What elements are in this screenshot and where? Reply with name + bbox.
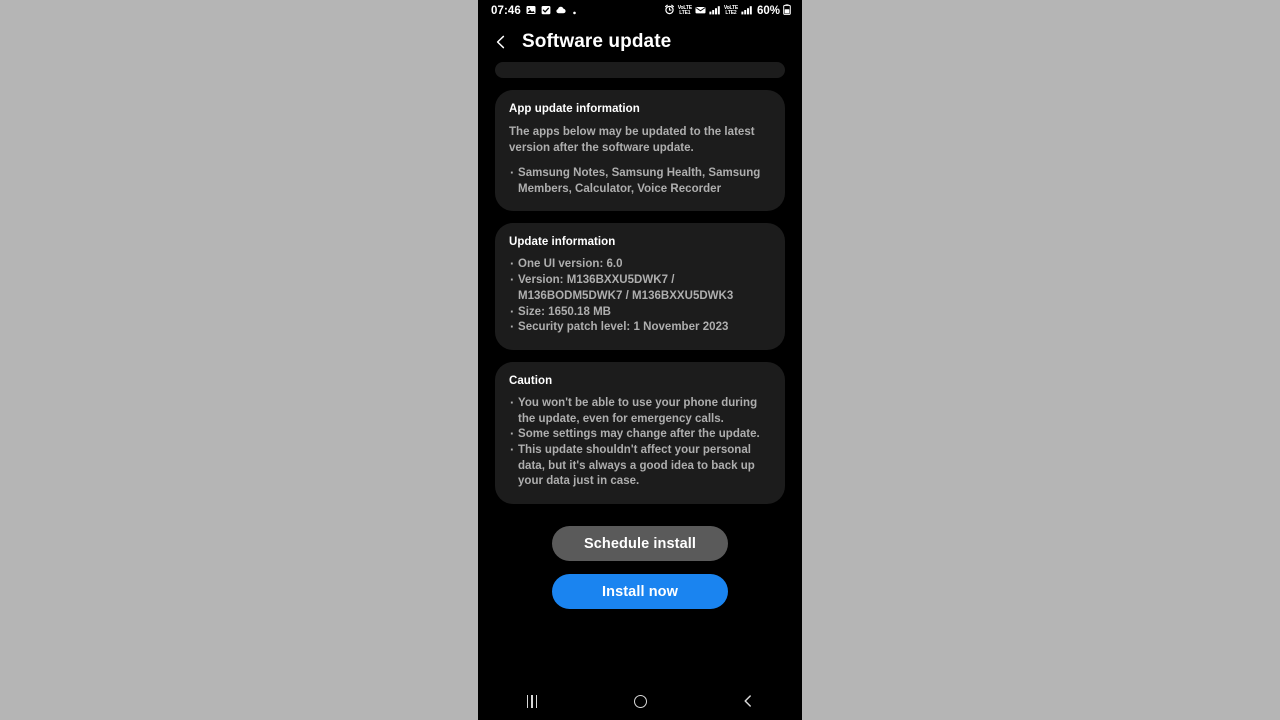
list-item: One UI version: 6.0 [509, 256, 771, 273]
recents-glyph [526, 694, 538, 708]
app-bar: Software update [478, 22, 802, 62]
signal-bars-1-icon [709, 2, 721, 20]
bullet-list: You won't be able to use your phone duri… [509, 395, 771, 490]
alarm-icon [664, 2, 675, 20]
status-bar: 07:46 VoLTE LTE1 VoLTE LTE2 60% [478, 0, 802, 22]
recents-icon[interactable] [509, 686, 555, 716]
scroll-content[interactable]: App update information The apps below ma… [478, 62, 802, 610]
navigation-bar [478, 682, 802, 720]
home-glyph [633, 694, 647, 708]
page-title: Software update [522, 31, 672, 52]
battery-icon [783, 2, 791, 20]
volte-lte1-icon: VoLTE LTE1 [678, 6, 692, 16]
home-icon[interactable] [617, 686, 663, 716]
card-update-information: Update information One UI version: 6.0 V… [495, 223, 785, 350]
card-title: Update information [509, 236, 616, 249]
schedule-install-button[interactable]: Schedule install [552, 526, 728, 562]
list-item: Samsung Notes, Samsung Health, Samsung M… [509, 165, 771, 197]
list-item: Version: M136BXXU5DWK7 / M136BODM5DWK7 /… [509, 272, 771, 304]
photo-icon [526, 2, 536, 20]
back-icon[interactable] [725, 686, 771, 716]
list-item: Some settings may change after the updat… [509, 426, 771, 443]
list-item: You won't be able to use your phone duri… [509, 395, 771, 427]
card-description: The apps below may be updated to the lat… [509, 126, 755, 154]
card-title: App update information [509, 103, 640, 115]
action-buttons: Schedule install Install now [495, 516, 785, 610]
voicemail-icon [695, 2, 706, 20]
card-app-update-information: App update information The apps below ma… [495, 90, 785, 212]
list-item: Size: 1650.18 MB [509, 304, 771, 321]
card-title: Caution [509, 374, 553, 387]
volte2-label-bottom: LTE2 [725, 10, 737, 16]
install-now-button[interactable]: Install now [552, 574, 728, 610]
bullet-list: Samsung Notes, Samsung Health, Samsung M… [509, 165, 771, 197]
card-caution: Caution You won't be able to use your ph… [495, 361, 785, 505]
status-bar-left: 07:46 [491, 2, 577, 20]
screenshot-backdrop: 07:46 VoLTE LTE1 VoLTE LTE2 60% Software… [0, 0, 1280, 720]
list-item: This update shouldn't affect your person… [509, 442, 771, 490]
dot-icon [572, 2, 577, 20]
signal-bars-2-icon [741, 2, 753, 20]
volte-lte2-icon: VoLTE LTE2 [724, 6, 738, 16]
volte-label-bottom: LTE1 [679, 10, 691, 16]
status-bar-clock: 07:46 [491, 5, 521, 17]
cloud-icon [556, 2, 567, 20]
battery-percent-label: 60% [756, 5, 780, 17]
back-chevron-icon[interactable] [492, 33, 510, 51]
checkbox-task-icon [541, 2, 551, 20]
list-item: Security patch level: 1 November 2023 [509, 319, 771, 336]
status-bar-right: VoLTE LTE1 VoLTE LTE2 60% [664, 2, 791, 20]
card-partial-above[interactable] [495, 62, 785, 78]
phone-screen: 07:46 VoLTE LTE1 VoLTE LTE2 60% Software… [478, 0, 802, 720]
bullet-list: One UI version: 6.0 Version: M136BXXU5DW… [509, 256, 771, 336]
